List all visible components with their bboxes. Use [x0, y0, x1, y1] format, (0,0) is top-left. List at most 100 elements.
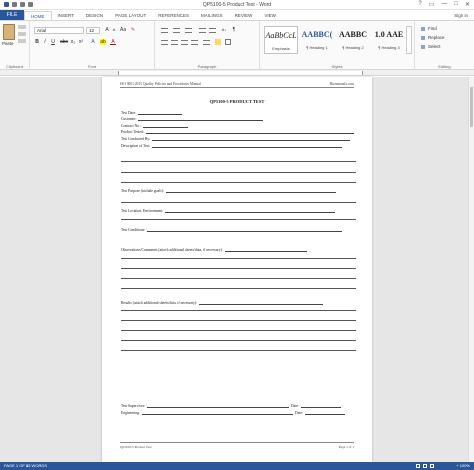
- shrink-font-button[interactable]: A: [111, 27, 117, 33]
- paste-button[interactable]: Paste: [2, 41, 14, 46]
- numbering-icon[interactable]: [173, 28, 180, 33]
- blank-line: [121, 330, 356, 331]
- line-spacing-icon[interactable]: [203, 40, 210, 45]
- window-controls: ? ▭ — □ ✕: [418, 1, 470, 8]
- minimize-button[interactable]: —: [441, 1, 447, 8]
- borders-icon[interactable]: [225, 39, 231, 45]
- blank-line: [121, 219, 356, 220]
- bold-button[interactable]: B: [34, 39, 40, 45]
- show-marks-button[interactable]: ¶: [231, 27, 237, 33]
- field-description: Description of Test:: [121, 144, 343, 148]
- cut-icon[interactable]: [18, 25, 26, 29]
- word-count[interactable]: 45 WORDS: [26, 462, 47, 470]
- field-label: Test Conditions:: [121, 228, 146, 232]
- align-right-icon[interactable]: [181, 40, 188, 45]
- tab-design[interactable]: DESIGN: [80, 11, 109, 20]
- field-line: [224, 248, 307, 252]
- tab-references[interactable]: REFERENCES: [152, 11, 195, 20]
- document-canvas: ISO 9001:2015 Quality Policies and Proce…: [0, 77, 474, 462]
- select-button[interactable]: Select: [421, 44, 441, 49]
- style-heading-2[interactable]: AABBC ¶ Heading 2: [336, 26, 370, 54]
- field-line: [199, 301, 324, 305]
- field-line: [145, 130, 354, 134]
- italic-button[interactable]: I: [42, 39, 48, 45]
- header-right-text: Bizmanualz.com: [329, 82, 354, 86]
- grow-font-button[interactable]: A: [104, 27, 110, 33]
- multilevel-list-icon[interactable]: [185, 28, 192, 33]
- decrease-indent-icon[interactable]: [199, 28, 206, 33]
- format-painter-icon[interactable]: [18, 39, 26, 43]
- field-line: [147, 404, 290, 408]
- title-bar: QP5100-5 Product Test - Word ? ▭ — □ ✕: [0, 0, 474, 10]
- tab-review[interactable]: REVIEW: [229, 11, 259, 20]
- replace-button[interactable]: Replace: [421, 35, 445, 40]
- text-effects-icon[interactable]: A: [90, 39, 96, 45]
- read-mode-icon[interactable]: [416, 464, 420, 468]
- field-test-purpose: Test Purpose (include goals):: [121, 189, 336, 193]
- tab-file[interactable]: FILE: [0, 10, 24, 20]
- justify-icon[interactable]: [191, 40, 198, 45]
- blank-line: [121, 172, 356, 173]
- print-layout-icon[interactable]: [423, 464, 427, 468]
- field-line: [142, 411, 294, 415]
- bullets-icon[interactable]: [161, 28, 168, 33]
- sign-in-link[interactable]: Sign in: [454, 11, 468, 20]
- document-page[interactable]: ISO 9001:2015 Quality Policies and Proce…: [102, 77, 372, 462]
- style-heading-3[interactable]: 1.0 AAE ¶ Heading 3: [372, 26, 406, 54]
- field-observations: Observations/Comments (attach additional…: [121, 248, 307, 252]
- field-label: Observations/Comments (attach additional…: [121, 248, 223, 252]
- ribbon-display-options-button[interactable]: ▭: [429, 1, 435, 8]
- paste-icon[interactable]: [3, 24, 15, 40]
- style-emphasis[interactable]: AaBbCcL Emphasis: [264, 26, 298, 54]
- blank-line: [121, 310, 356, 311]
- align-center-icon[interactable]: [171, 40, 178, 45]
- highlight-color-icon[interactable]: ab: [100, 39, 106, 45]
- style-heading-1[interactable]: AABBC( ¶ Heading 1: [300, 26, 334, 54]
- field-label: Description of Test:: [121, 144, 151, 148]
- paragraph-group: A↓ ¶ Paragraph: [155, 21, 260, 70]
- maximize-button[interactable]: □: [454, 1, 458, 8]
- horizontal-ruler[interactable]: [0, 70, 474, 76]
- tab-insert[interactable]: INSERT: [52, 11, 80, 20]
- field-label: Engineering:: [121, 411, 141, 415]
- tab-page-layout[interactable]: PAGE LAYOUT: [109, 11, 152, 20]
- ribbon: Paste Clipboard Arial 12 A A Aa ✎ B I U …: [0, 20, 474, 70]
- field-line: [152, 137, 351, 141]
- superscript-icon[interactable]: x²: [78, 39, 84, 45]
- zoom-level[interactable]: + 100%: [456, 462, 470, 470]
- find-button[interactable]: Find: [421, 26, 437, 31]
- web-layout-icon[interactable]: [430, 464, 434, 468]
- scrollbar-thumb[interactable]: [470, 87, 473, 127]
- font-name-combo[interactable]: Arial: [34, 27, 84, 34]
- font-color-button[interactable]: A: [110, 39, 116, 45]
- change-case-icon[interactable]: Aa: [120, 27, 126, 33]
- shading-icon[interactable]: [215, 39, 221, 45]
- tab-mailings[interactable]: MAILINGS: [195, 11, 229, 20]
- footer-left-text: Qp5100-5 Product Test: [120, 445, 152, 449]
- tab-view[interactable]: VIEW: [258, 11, 282, 20]
- vertical-scrollbar[interactable]: [468, 77, 474, 462]
- field-line: [165, 209, 336, 213]
- style-sample: AABBC(: [301, 30, 333, 39]
- blank-line: [121, 340, 356, 341]
- close-button[interactable]: ✕: [465, 1, 470, 8]
- font-size-combo[interactable]: 12: [86, 27, 100, 34]
- underline-button[interactable]: U: [50, 39, 56, 45]
- page-count[interactable]: PAGE 1 OF 1: [4, 462, 28, 470]
- help-button[interactable]: ?: [418, 1, 421, 8]
- editing-group: Find Replace Select Editing: [415, 21, 474, 70]
- strikethrough-icon[interactable]: abc: [60, 39, 68, 45]
- field-label: Test Location, Environment:: [121, 209, 164, 213]
- increase-indent-icon[interactable]: [209, 28, 216, 33]
- subscript-icon[interactable]: x₂: [70, 39, 76, 45]
- sort-button[interactable]: A↓: [221, 27, 227, 33]
- align-left-icon[interactable]: [161, 40, 168, 45]
- field-line: [143, 124, 189, 128]
- tab-home[interactable]: HOME: [24, 11, 52, 20]
- styles-gallery-scroll[interactable]: [406, 26, 412, 54]
- copy-icon[interactable]: [18, 32, 26, 36]
- document-title: QP5100-5 PRODUCT TEST: [209, 99, 265, 104]
- field-test-supervisor: Test Supervisor: Date:: [121, 404, 342, 408]
- field-results: Results (attach additional sheets/data, …: [121, 301, 324, 305]
- clear-formatting-icon[interactable]: ✎: [130, 27, 136, 33]
